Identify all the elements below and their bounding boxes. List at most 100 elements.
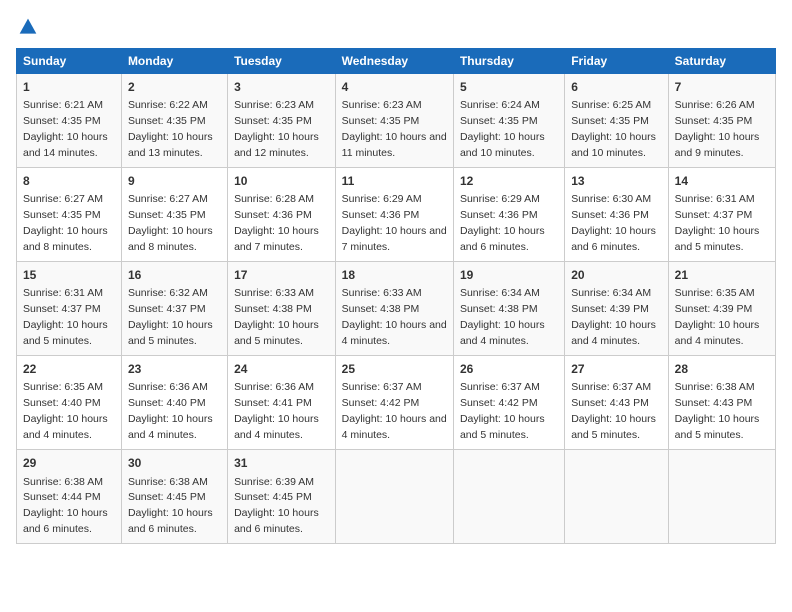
calendar-cell: 6 Sunrise: 6:25 AM Sunset: 4:35 PM Dayli…	[565, 73, 668, 167]
cell-sunset: Sunset: 4:35 PM	[675, 115, 753, 127]
calendar-cell: 18 Sunrise: 6:33 AM Sunset: 4:38 PM Dayl…	[335, 261, 453, 355]
cell-sunset: Sunset: 4:41 PM	[234, 397, 312, 409]
calendar-cell: 15 Sunrise: 6:31 AM Sunset: 4:37 PM Dayl…	[17, 261, 122, 355]
cell-sunset: Sunset: 4:39 PM	[571, 303, 649, 315]
calendar-cell: 12 Sunrise: 6:29 AM Sunset: 4:36 PM Dayl…	[453, 167, 564, 261]
cell-sunrise: Sunrise: 6:33 AM	[342, 287, 422, 299]
col-header-sunday: Sunday	[17, 48, 122, 73]
cell-sunrise: Sunrise: 6:37 AM	[460, 381, 540, 393]
day-number: 16	[128, 267, 221, 284]
day-number: 18	[342, 267, 447, 284]
cell-daylight: Daylight: 10 hours and 8 minutes.	[128, 225, 213, 253]
cell-sunset: Sunset: 4:44 PM	[23, 491, 101, 503]
day-number: 12	[460, 173, 558, 190]
cell-daylight: Daylight: 10 hours and 9 minutes.	[675, 131, 760, 159]
calendar-cell: 4 Sunrise: 6:23 AM Sunset: 4:35 PM Dayli…	[335, 73, 453, 167]
cell-daylight: Daylight: 10 hours and 4 minutes.	[571, 319, 656, 347]
cell-sunrise: Sunrise: 6:23 AM	[342, 99, 422, 111]
cell-sunrise: Sunrise: 6:29 AM	[460, 193, 540, 205]
day-number: 28	[675, 361, 769, 378]
cell-sunrise: Sunrise: 6:29 AM	[342, 193, 422, 205]
cell-daylight: Daylight: 10 hours and 5 minutes.	[23, 319, 108, 347]
day-number: 6	[571, 79, 661, 96]
day-number: 26	[460, 361, 558, 378]
cell-sunset: Sunset: 4:37 PM	[675, 209, 753, 221]
cell-sunset: Sunset: 4:36 PM	[234, 209, 312, 221]
cell-daylight: Daylight: 10 hours and 6 minutes.	[234, 507, 319, 535]
cell-sunrise: Sunrise: 6:32 AM	[128, 287, 208, 299]
day-number: 10	[234, 173, 329, 190]
calendar-cell: 24 Sunrise: 6:36 AM Sunset: 4:41 PM Dayl…	[228, 356, 336, 450]
cell-daylight: Daylight: 10 hours and 7 minutes.	[234, 225, 319, 253]
cell-sunset: Sunset: 4:38 PM	[342, 303, 420, 315]
cell-sunrise: Sunrise: 6:30 AM	[571, 193, 651, 205]
cell-sunrise: Sunrise: 6:34 AM	[571, 287, 651, 299]
cell-sunset: Sunset: 4:40 PM	[128, 397, 206, 409]
cell-sunrise: Sunrise: 6:25 AM	[571, 99, 651, 111]
calendar-cell: 16 Sunrise: 6:32 AM Sunset: 4:37 PM Dayl…	[121, 261, 227, 355]
day-number: 1	[23, 79, 115, 96]
cell-daylight: Daylight: 10 hours and 6 minutes.	[571, 225, 656, 253]
cell-sunrise: Sunrise: 6:28 AM	[234, 193, 314, 205]
cell-sunset: Sunset: 4:35 PM	[234, 115, 312, 127]
cell-daylight: Daylight: 10 hours and 5 minutes.	[675, 413, 760, 441]
week-row-3: 15 Sunrise: 6:31 AM Sunset: 4:37 PM Dayl…	[17, 261, 776, 355]
day-number: 25	[342, 361, 447, 378]
cell-sunrise: Sunrise: 6:35 AM	[23, 381, 103, 393]
day-number: 2	[128, 79, 221, 96]
calendar-cell: 25 Sunrise: 6:37 AM Sunset: 4:42 PM Dayl…	[335, 356, 453, 450]
cell-daylight: Daylight: 10 hours and 4 minutes.	[128, 413, 213, 441]
cell-sunset: Sunset: 4:36 PM	[460, 209, 538, 221]
cell-sunset: Sunset: 4:40 PM	[23, 397, 101, 409]
cell-sunset: Sunset: 4:35 PM	[128, 209, 206, 221]
day-number: 9	[128, 173, 221, 190]
cell-daylight: Daylight: 10 hours and 5 minutes.	[675, 225, 760, 253]
day-number: 27	[571, 361, 661, 378]
cell-sunset: Sunset: 4:43 PM	[675, 397, 753, 409]
cell-sunset: Sunset: 4:38 PM	[460, 303, 538, 315]
cell-sunrise: Sunrise: 6:38 AM	[675, 381, 755, 393]
calendar-cell	[453, 450, 564, 544]
col-header-wednesday: Wednesday	[335, 48, 453, 73]
week-row-5: 29 Sunrise: 6:38 AM Sunset: 4:44 PM Dayl…	[17, 450, 776, 544]
cell-sunrise: Sunrise: 6:31 AM	[23, 287, 103, 299]
day-number: 15	[23, 267, 115, 284]
calendar-cell: 22 Sunrise: 6:35 AM Sunset: 4:40 PM Dayl…	[17, 356, 122, 450]
cell-daylight: Daylight: 10 hours and 5 minutes.	[460, 413, 545, 441]
cell-sunset: Sunset: 4:45 PM	[128, 491, 206, 503]
calendar-cell: 11 Sunrise: 6:29 AM Sunset: 4:36 PM Dayl…	[335, 167, 453, 261]
calendar-cell: 26 Sunrise: 6:37 AM Sunset: 4:42 PM Dayl…	[453, 356, 564, 450]
calendar-cell: 5 Sunrise: 6:24 AM Sunset: 4:35 PM Dayli…	[453, 73, 564, 167]
cell-daylight: Daylight: 10 hours and 12 minutes.	[234, 131, 319, 159]
cell-sunrise: Sunrise: 6:37 AM	[342, 381, 422, 393]
col-header-monday: Monday	[121, 48, 227, 73]
col-header-tuesday: Tuesday	[228, 48, 336, 73]
cell-sunrise: Sunrise: 6:33 AM	[234, 287, 314, 299]
day-number: 13	[571, 173, 661, 190]
calendar-cell: 29 Sunrise: 6:38 AM Sunset: 4:44 PM Dayl…	[17, 450, 122, 544]
day-number: 19	[460, 267, 558, 284]
day-number: 30	[128, 455, 221, 472]
col-header-thursday: Thursday	[453, 48, 564, 73]
calendar-table: SundayMondayTuesdayWednesdayThursdayFrid…	[16, 48, 776, 545]
cell-sunrise: Sunrise: 6:27 AM	[23, 193, 103, 205]
calendar-cell: 10 Sunrise: 6:28 AM Sunset: 4:36 PM Dayl…	[228, 167, 336, 261]
col-header-friday: Friday	[565, 48, 668, 73]
calendar-cell: 3 Sunrise: 6:23 AM Sunset: 4:35 PM Dayli…	[228, 73, 336, 167]
cell-sunrise: Sunrise: 6:23 AM	[234, 99, 314, 111]
cell-sunset: Sunset: 4:35 PM	[23, 115, 101, 127]
calendar-cell: 20 Sunrise: 6:34 AM Sunset: 4:39 PM Dayl…	[565, 261, 668, 355]
cell-daylight: Daylight: 10 hours and 5 minutes.	[128, 319, 213, 347]
day-number: 24	[234, 361, 329, 378]
cell-daylight: Daylight: 10 hours and 5 minutes.	[571, 413, 656, 441]
cell-sunrise: Sunrise: 6:24 AM	[460, 99, 540, 111]
day-number: 11	[342, 173, 447, 190]
cell-daylight: Daylight: 10 hours and 6 minutes.	[460, 225, 545, 253]
cell-sunrise: Sunrise: 6:26 AM	[675, 99, 755, 111]
cell-daylight: Daylight: 10 hours and 6 minutes.	[23, 507, 108, 535]
cell-sunset: Sunset: 4:38 PM	[234, 303, 312, 315]
cell-daylight: Daylight: 10 hours and 13 minutes.	[128, 131, 213, 159]
calendar-cell: 2 Sunrise: 6:22 AM Sunset: 4:35 PM Dayli…	[121, 73, 227, 167]
cell-sunset: Sunset: 4:43 PM	[571, 397, 649, 409]
day-number: 22	[23, 361, 115, 378]
